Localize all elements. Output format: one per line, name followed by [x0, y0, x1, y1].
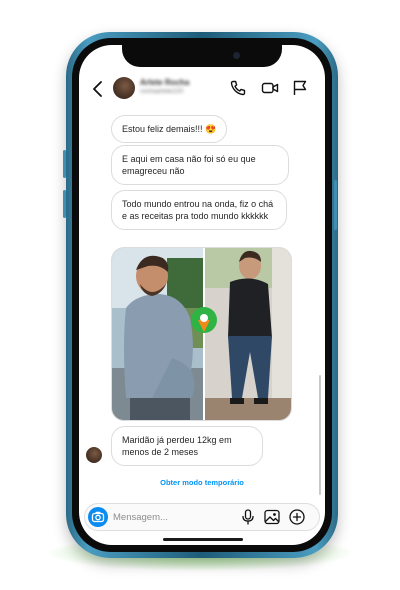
message-text: Todo mundo entrou na onda, fiz o chá e a…	[122, 199, 274, 221]
front-camera	[233, 52, 240, 59]
chat-screen: Arlete Rocha rochaarlete220 Estou feliz …	[79, 45, 325, 545]
phone-volume-button	[63, 190, 66, 218]
image-icon[interactable]	[263, 508, 281, 526]
plus-circle-icon[interactable]	[288, 508, 306, 526]
message-text: Maridão já perdeu 12kg em menos de 2 mes…	[122, 435, 232, 457]
microphone-icon[interactable]	[239, 508, 257, 526]
temporary-mode-link[interactable]: Obter modo temporário	[79, 478, 325, 487]
message-input[interactable]	[113, 509, 223, 525]
contact-name[interactable]: Arlete Rocha	[140, 78, 189, 87]
message-composer	[84, 503, 320, 531]
message-text: Estou feliz demais!!! 😍	[122, 124, 217, 134]
phone-icon[interactable]	[229, 79, 247, 97]
message-bubble: Estou feliz demais!!! 😍	[111, 115, 228, 143]
message-text: E aqui em casa não foi só eu que emagrec…	[122, 154, 256, 176]
contact-avatar-small	[86, 447, 102, 463]
message-bubble: Todo mundo entrou na onda, fiz o chá e a…	[111, 190, 287, 230]
before-after-photo[interactable]	[111, 247, 292, 421]
phone-volume-button	[63, 150, 66, 178]
camera-icon	[91, 511, 105, 523]
phone-side-button	[334, 180, 337, 230]
camera-button[interactable]	[88, 507, 108, 527]
home-indicator	[163, 538, 243, 541]
chat-header: Arlete Rocha rochaarlete220	[79, 71, 325, 109]
contact-handle: rochaarlete220	[140, 88, 184, 95]
phone-notch	[122, 45, 282, 67]
video-camera-icon[interactable]	[261, 79, 279, 97]
before-after-image	[112, 248, 291, 420]
message-bubble: Maridão já perdeu 12kg em menos de 2 mes…	[111, 426, 263, 466]
flag-icon[interactable]	[291, 79, 309, 97]
scrollbar[interactable]	[319, 375, 321, 495]
contact-avatar[interactable]	[113, 77, 135, 99]
chevron-left-icon[interactable]	[89, 79, 107, 99]
message-bubble: E aqui em casa não foi só eu que emagrec…	[111, 145, 289, 185]
